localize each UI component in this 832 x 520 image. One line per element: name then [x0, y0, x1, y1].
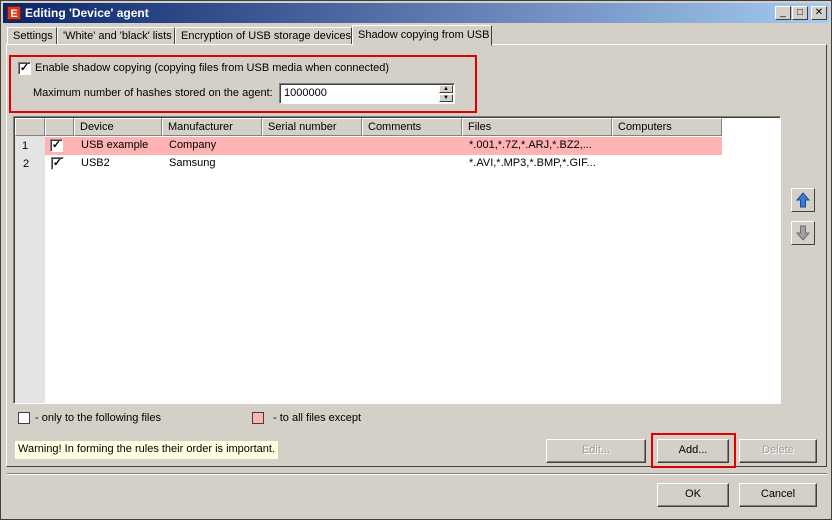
enable-shadow-label: Enable shadow copying (copying files fro… — [35, 62, 390, 74]
cell-files: *.001,*.7Z,*.ARJ,*.BZ2,... — [469, 139, 592, 151]
check-mark-icon: ✓ — [19, 62, 30, 74]
legend-only-label: - only to the following files — [35, 412, 161, 424]
header-manufacturer[interactable]: Manufacturer — [162, 118, 262, 136]
legend-except-label: - to all files except — [273, 412, 362, 424]
move-down-button[interactable] — [791, 221, 815, 245]
header-device[interactable]: Device — [74, 118, 162, 136]
tab-shadow-copying[interactable]: Shadow copying from USB — [352, 25, 492, 46]
tab-settings[interactable]: Settings — [7, 27, 57, 45]
cell-manufacturer: Company — [169, 139, 217, 151]
cell-device: USB2 — [81, 157, 110, 169]
legend-except-swatch — [252, 412, 264, 424]
tab-white-black-lists[interactable]: 'White' and 'black' lists — [57, 27, 175, 45]
tab-usb-encryption[interactable]: Encryption of USB storage devices — [175, 27, 352, 45]
close-button[interactable]: ✕ — [811, 6, 827, 20]
table-row[interactable]: 1 ✓ USB example Company *.001,*.7Z,*.ARJ… — [22, 137, 722, 155]
header-check — [45, 118, 74, 136]
header-serial[interactable]: Serial number — [262, 118, 362, 136]
spinner-up-icon[interactable]: ▲ — [439, 85, 453, 93]
arrow-down-icon — [795, 225, 811, 241]
add-button[interactable]: Add... — [657, 439, 729, 463]
row-enable-checkbox[interactable]: ✓ — [51, 157, 64, 170]
spinner-down-icon[interactable]: ▼ — [439, 94, 453, 102]
cell-device: USB example — [81, 139, 149, 151]
warning-note: Warning! In forming the rules their orde… — [15, 441, 278, 459]
dialog-window: E Editing 'Device' agent _ □ ✕ Settings … — [0, 0, 832, 520]
header-computers[interactable]: Computers — [612, 118, 722, 136]
minimize-button[interactable]: _ — [775, 6, 791, 20]
arrow-up-icon — [795, 192, 811, 208]
header-comments[interactable]: Comments — [362, 118, 462, 136]
row-number: 1 — [22, 140, 29, 152]
title-bar[interactable]: E Editing 'Device' agent _ □ ✕ — [3, 3, 829, 23]
move-up-button[interactable] — [791, 188, 815, 212]
row-enable-checkbox[interactable]: ✓ — [50, 139, 63, 152]
max-hashes-value: 1000000 — [284, 87, 327, 99]
table-row[interactable]: 2 ✓ USB2 Samsung *.AVI,*.MP3,*.BMP,*.GIF… — [15, 155, 722, 173]
row-number: 2 — [23, 158, 30, 170]
rules-table[interactable]: Device Manufacturer Serial number Commen… — [13, 116, 781, 404]
cell-manufacturer: Samsung — [169, 157, 216, 169]
check-mark-icon: ✓ — [52, 157, 63, 169]
header-rownum — [15, 118, 45, 136]
legend-only-swatch — [18, 412, 30, 424]
max-hashes-label: Maximum number of hashes stored on the a… — [33, 87, 273, 99]
check-mark-icon: ✓ — [51, 139, 62, 151]
edit-button[interactable]: Edit... — [546, 439, 646, 463]
delete-button[interactable]: Delete — [739, 439, 817, 463]
cancel-button[interactable]: Cancel — [739, 483, 817, 507]
max-hashes-spinner[interactable]: 1000000 ▲ ▼ — [279, 83, 455, 104]
spinner-buttons: ▲ ▼ — [439, 85, 453, 102]
maximize-button[interactable]: □ — [792, 6, 808, 20]
window-title: Editing 'Device' agent — [25, 6, 149, 20]
divider — [7, 473, 827, 475]
ok-button[interactable]: OK — [657, 483, 729, 507]
header-files[interactable]: Files — [462, 118, 612, 136]
cell-files: *.AVI,*.MP3,*.BMP,*.GIF... — [469, 157, 596, 169]
enable-shadow-checkbox[interactable]: ✓ — [18, 62, 31, 75]
app-icon: E — [7, 6, 21, 20]
